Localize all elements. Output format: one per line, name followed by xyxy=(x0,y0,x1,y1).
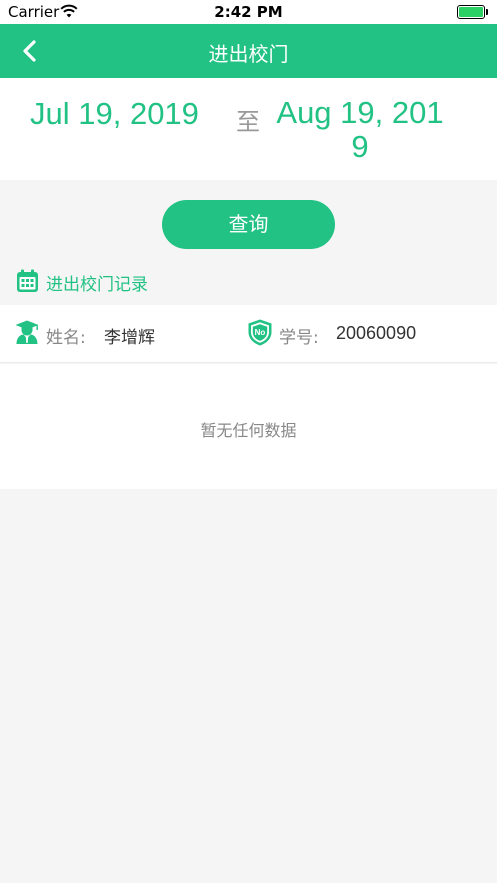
end-date-picker[interactable]: Aug 19, 2019 xyxy=(270,96,450,164)
svg-text:No: No xyxy=(255,328,266,337)
battery-icon xyxy=(457,5,489,19)
student-id-label: 学号: xyxy=(279,328,319,348)
student-name: 李增辉 xyxy=(104,328,155,348)
start-date-picker[interactable]: Jul 19, 2019 xyxy=(30,96,199,132)
student-info-row: 姓名: 李增辉 No 学号: 20060090 xyxy=(0,305,497,363)
name-label: 姓名: xyxy=(46,328,86,348)
calendar-icon xyxy=(17,269,38,292)
records-list: 暂无任何数据 xyxy=(0,364,497,489)
page-title: 进出校门 xyxy=(208,42,289,66)
status-bar: Carrier 2:42 PM xyxy=(0,0,497,24)
date-range-panel: Jul 19, 2019 至 Aug 19, 2019 xyxy=(0,78,497,180)
section-title: 进出校门记录 xyxy=(46,275,148,295)
empty-state-text: 暂无任何数据 xyxy=(200,421,297,440)
nav-bar: 进出校门 xyxy=(0,24,497,78)
student-id-badge-icon: No xyxy=(248,319,272,346)
student-icon xyxy=(15,320,39,344)
query-button[interactable]: 查询 xyxy=(162,200,335,249)
date-separator: 至 xyxy=(236,108,260,136)
student-id: 20060090 xyxy=(336,323,417,343)
status-time: 2:42 PM xyxy=(214,3,283,21)
